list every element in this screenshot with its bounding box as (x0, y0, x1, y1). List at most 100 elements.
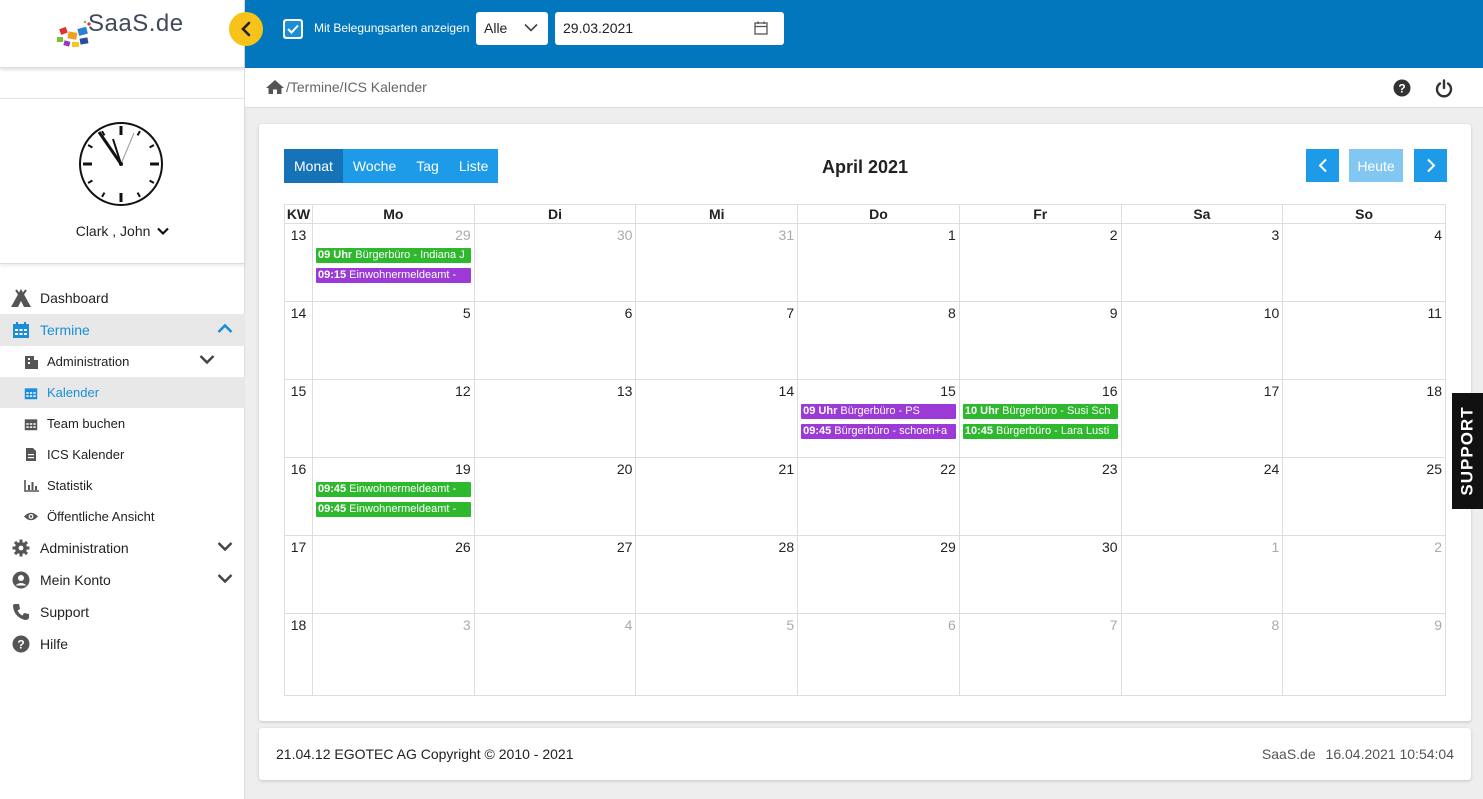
date-input[interactable]: 29.03.2021 (555, 12, 784, 45)
home-icon[interactable] (265, 79, 285, 95)
day-cell[interactable]: 1 (797, 224, 959, 301)
power-icon[interactable] (1435, 79, 1453, 98)
analog-clock (79, 122, 163, 206)
user-menu[interactable]: Clark , John (0, 223, 245, 239)
next-month-button[interactable] (1414, 149, 1447, 182)
sidebar-item-support[interactable]: Support (0, 596, 245, 628)
day-cell[interactable]: 4 (473, 614, 636, 696)
header-sa: Sa (1120, 205, 1283, 223)
header-mo: Mo (311, 205, 474, 223)
day-cell[interactable]: 28 (635, 536, 797, 613)
sidebar-sub-item-kalender[interactable]: Kalender (0, 377, 245, 408)
day-cell[interactable]: 27 (473, 536, 636, 613)
day-cell[interactable]: 19 09:45 Einwohnermeldeamt - 09:45 Einwo… (311, 458, 474, 535)
day-number: 20 (616, 461, 633, 477)
calendar-icon[interactable] (754, 21, 768, 35)
day-cell[interactable]: 7 (635, 302, 797, 379)
day-cell[interactable]: 4 (1282, 224, 1445, 301)
day-cell[interactable]: 2 (1282, 536, 1445, 613)
sidebar-item-mein-konto[interactable]: Mein Konto (0, 564, 245, 596)
day-cell[interactable]: 5 (311, 302, 474, 379)
chevron-down-icon (217, 542, 233, 552)
phone-icon (10, 601, 32, 623)
day-cell[interactable]: 1 (1120, 536, 1283, 613)
day-cell[interactable]: 20 (473, 458, 636, 535)
sidebar-sub-item-oeffentliche-ansicht[interactable]: Öffentliche Ansicht (0, 501, 245, 532)
day-cell[interactable]: 17 (1120, 380, 1283, 457)
calendar-event[interactable]: 10:45 Bürgerbüro - Lara Lusti (962, 424, 1118, 439)
day-cell[interactable]: 8 (797, 302, 959, 379)
calendar-event[interactable]: 09:15 Einwohnermeldeamt - (315, 268, 471, 283)
view-list-button[interactable]: Liste (448, 149, 499, 183)
today-button[interactable]: Heute (1349, 149, 1403, 182)
view-day-button[interactable]: Tag (406, 149, 449, 183)
belegungsarten-checkbox[interactable] (283, 19, 303, 39)
view-week-button[interactable]: Woche (342, 149, 407, 183)
day-number: 4 (624, 617, 633, 633)
day-cell[interactable]: 12 (311, 380, 474, 457)
day-cell[interactable]: 13 (473, 380, 636, 457)
view-month-button[interactable]: Monat (284, 149, 343, 183)
day-cell[interactable]: 15 09 Uhr Bürgerbüro - PS 09:45 Bürgerbü… (797, 380, 959, 457)
type-filter-select[interactable]: Alle (476, 12, 548, 45)
sidebar-sub-item-ics-kalender[interactable]: ICS Kalender (0, 439, 245, 470)
day-cell[interactable]: 14 (635, 380, 797, 457)
day-number: 7 (1109, 617, 1118, 633)
calendar-event[interactable]: 09:45 Einwohnermeldeamt - (315, 482, 471, 497)
day-cell[interactable]: 30 (473, 224, 636, 301)
logo-mark-icon (57, 20, 91, 47)
sidebar: SaaS.de Clark , John Dashboard Termine A… (0, 0, 263, 799)
breadcrumb-path[interactable]: /Termine/ICS Kalender (286, 79, 427, 95)
day-cell[interactable]: 9 (1282, 614, 1445, 696)
previous-month-button[interactable] (1306, 149, 1339, 182)
day-cell[interactable]: 21 (635, 458, 797, 535)
calendar-event[interactable]: 09 Uhr Bürgerbüro - PS (801, 404, 956, 419)
sidebar-sub-item-team-buchen[interactable]: Team buchen (0, 408, 245, 439)
day-number: 12 (455, 383, 471, 399)
day-cell[interactable]: 5 (635, 614, 797, 696)
sidebar-item-administration[interactable]: Administration (0, 532, 245, 564)
sidebar-item-termine[interactable]: Termine (0, 314, 245, 346)
day-number: 30 (616, 227, 633, 243)
calendar-event[interactable]: 09 Uhr Bürgerbüro - Indiana J (315, 248, 471, 263)
day-cell[interactable]: 16 10 Uhr Bürgerbüro - Susi Sch 10:45 Bü… (958, 380, 1121, 457)
day-cell[interactable]: 6 (473, 302, 636, 379)
support-tab[interactable]: SUPPORT (1452, 393, 1483, 509)
day-cell[interactable]: 18 (1282, 380, 1445, 457)
day-cell[interactable]: 26 (311, 536, 474, 613)
day-cell[interactable]: 11 (1282, 302, 1445, 379)
sidebar-sub-item-statistik[interactable]: Statistik (0, 470, 245, 501)
sidebar-sub-item-administration[interactable]: Administration (0, 346, 245, 377)
saas-logo[interactable]: SaaS.de (56, 10, 196, 54)
day-cell[interactable]: 6 (797, 614, 959, 696)
calendar-event[interactable]: 09:45 Bürgerbüro - schoen+a (801, 424, 956, 439)
help-icon[interactable]: ? (1393, 79, 1411, 97)
collapse-sidebar-button[interactable] (229, 12, 263, 46)
day-cell[interactable]: 8 (1120, 614, 1283, 696)
sidebar-item-label: Dashboard (40, 290, 109, 306)
day-cell[interactable]: 2 (958, 224, 1121, 301)
svg-text:?: ? (1398, 82, 1405, 96)
day-cell[interactable]: 29 09 Uhr Bürgerbüro - Indiana J 09:15 E… (311, 224, 474, 301)
day-cell[interactable]: 24 (1120, 458, 1283, 535)
day-cell[interactable]: 22 (797, 458, 959, 535)
day-cell[interactable]: 23 (958, 458, 1121, 535)
event-title: Bürgerbüro - Susi Sch (999, 405, 1111, 417)
day-cell[interactable]: 3 (311, 614, 474, 696)
day-cell[interactable]: 31 (635, 224, 797, 301)
day-number: 25 (1426, 461, 1442, 477)
day-cell[interactable]: 9 (958, 302, 1121, 379)
day-cell[interactable]: 25 (1282, 458, 1445, 535)
day-cell[interactable]: 3 (1120, 224, 1283, 301)
dashboard-icon (10, 287, 32, 309)
day-cell[interactable]: 30 (958, 536, 1121, 613)
day-cell[interactable]: 29 (797, 536, 959, 613)
sidebar-item-dashboard[interactable]: Dashboard (0, 282, 245, 314)
day-cell[interactable]: 7 (958, 614, 1121, 696)
sidebar-item-hilfe[interactable]: ? Hilfe (0, 628, 245, 660)
calendar-event[interactable]: 10 Uhr Bürgerbüro - Susi Sch (962, 404, 1118, 419)
event-title: Einwohnermeldeamt - (346, 503, 457, 515)
sidebar-item-label: Öffentliche Ansicht (47, 509, 155, 524)
day-cell[interactable]: 10 (1120, 302, 1283, 379)
calendar-event[interactable]: 09:45 Einwohnermeldeamt - (315, 502, 471, 517)
